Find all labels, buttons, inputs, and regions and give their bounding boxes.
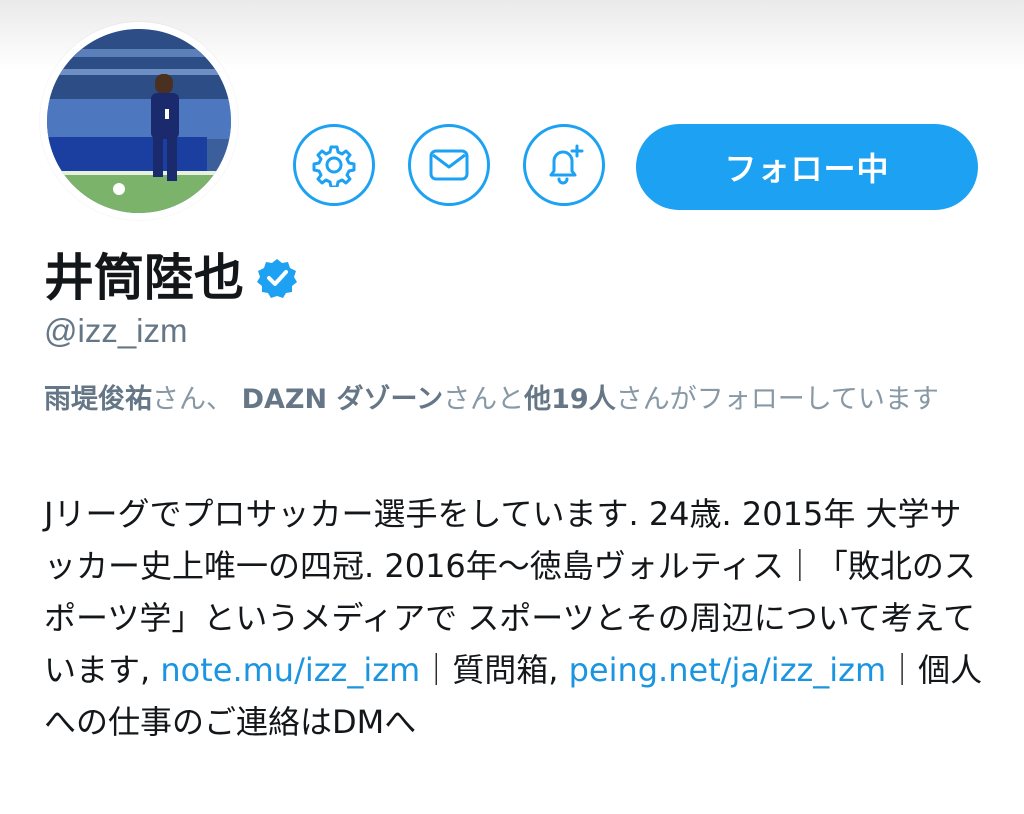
gear-icon <box>312 145 356 187</box>
message-button[interactable] <box>408 124 490 206</box>
avatar[interactable] <box>47 29 231 213</box>
notifications-button[interactable] <box>523 124 605 206</box>
display-name: 井筒陸也 <box>44 249 244 307</box>
bio-link-note[interactable]: note.mu/izz_izm <box>160 651 420 689</box>
following-button[interactable]: フォロー中 <box>636 124 978 210</box>
follower-name: 雨堤俊祐 <box>44 384 152 415</box>
text: さんと <box>443 384 525 415</box>
bio: Jリーグでプロサッカー選手をしています. 24歳. 2015年 大学サッカー史上… <box>44 488 984 748</box>
text: さん、 <box>152 384 242 415</box>
bell-plus-icon <box>549 144 584 185</box>
profile-page: フォロー中 井筒陸也 @izz_izm 雨堤俊祐さん、 DAZN ダゾーンさんと… <box>0 0 1024 814</box>
bio-text: ｜質問箱, <box>420 651 569 689</box>
name-row: 井筒陸也 <box>44 246 298 310</box>
text: さんがフォローしています <box>615 384 939 415</box>
settings-button[interactable] <box>293 124 375 206</box>
others-count: 他19人 <box>524 384 616 415</box>
avatar-photo <box>47 29 231 213</box>
follower-name: DAZN ダゾーン <box>241 384 444 415</box>
verified-badge-icon <box>257 259 297 298</box>
handle: @izz_izm <box>44 312 188 349</box>
followed-by-text[interactable]: 雨堤俊祐さん、 DAZN ダゾーンさんと他19人さんがフォローしています <box>44 378 974 422</box>
bio-link-peing[interactable]: peing.net/ja/izz_izm <box>569 651 887 689</box>
envelope-icon <box>429 149 469 181</box>
